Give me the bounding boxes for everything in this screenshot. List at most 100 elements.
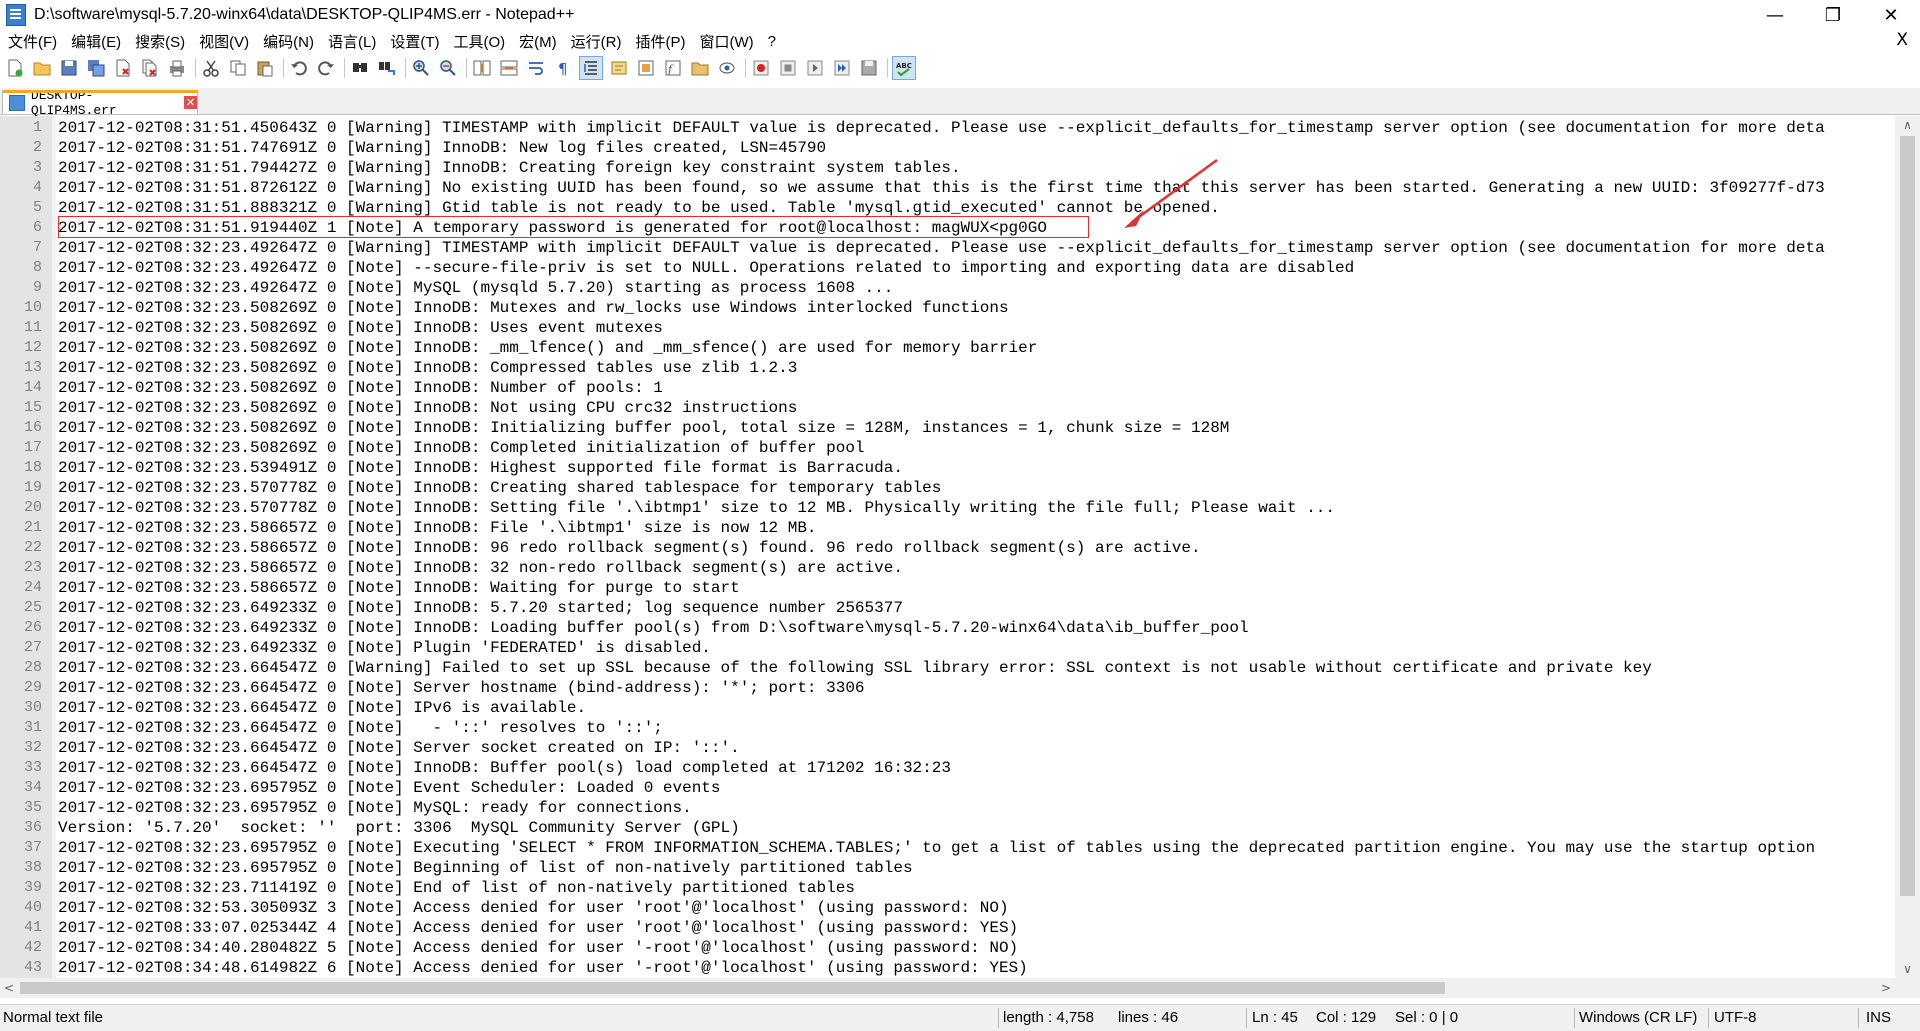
status-insert-mode[interactable]: INS [1866, 1005, 1891, 1031]
line-text[interactable]: 2017-12-02T08:32:23.649233Z 0 [Note] Plu… [58, 638, 711, 658]
line-text[interactable]: 2017-12-02T08:31:51.450643Z 0 [Warning] … [58, 118, 1825, 138]
menu-run[interactable]: 运行(R) [563, 31, 628, 52]
line-text[interactable]: 2017-12-02T08:32:23.492647Z 0 [Note] MyS… [58, 278, 893, 298]
editor-line[interactable]: 3 2017-12-02T08:31:51.794427Z 0 [Warning]… [0, 158, 1895, 178]
line-text[interactable]: 2017-12-02T08:32:23.508269Z 0 [Note] Inn… [58, 398, 797, 418]
paste-icon[interactable] [254, 57, 276, 79]
editor-line[interactable]: 27 2017-12-02T08:32:23.649233Z 0 [Note] P… [0, 638, 1895, 658]
editor-line[interactable]: 40 2017-12-02T08:32:53.305093Z 3 [Note] A… [0, 898, 1895, 918]
line-text[interactable]: 2017-12-02T08:32:53.305093Z 3 [Note] Acc… [58, 898, 1009, 918]
editor-line[interactable]: 12 2017-12-02T08:32:23.508269Z 0 [Note] I… [0, 338, 1895, 358]
open-file-icon[interactable] [31, 57, 53, 79]
close-window-button[interactable]: ✕ [1862, 0, 1920, 30]
editor-line[interactable]: 21 2017-12-02T08:32:23.586657Z 0 [Note] I… [0, 518, 1895, 538]
line-text[interactable]: 2017-12-02T08:32:23.570778Z 0 [Note] Inn… [58, 498, 1335, 518]
editor-line[interactable]: 26 2017-12-02T08:32:23.649233Z 0 [Note] I… [0, 618, 1895, 638]
minimize-button[interactable]: — [1746, 0, 1804, 30]
line-text[interactable]: 2017-12-02T08:32:23.508269Z 0 [Note] Inn… [58, 298, 1009, 318]
line-text[interactable]: 2017-12-02T08:32:23.586657Z 0 [Note] Inn… [58, 538, 1201, 558]
editor-line[interactable]: 11 2017-12-02T08:32:23.508269Z 0 [Note] I… [0, 318, 1895, 338]
editor-line[interactable]: 42 2017-12-02T08:34:40.280482Z 5 [Note] A… [0, 938, 1895, 958]
editor-line[interactable]: 35 2017-12-02T08:32:23.695795Z 0 [Note] M… [0, 798, 1895, 818]
horizontal-scrollbar[interactable]: < > [0, 978, 1895, 998]
restore-button[interactable]: ❐ [1804, 0, 1862, 30]
line-text[interactable]: 2017-12-02T08:32:23.664547Z 0 [Warning] … [58, 658, 1652, 678]
editor-line[interactable]: 9 2017-12-02T08:32:23.492647Z 0 [Note] My… [0, 278, 1895, 298]
sync-horizontal-icon[interactable] [498, 57, 520, 79]
zoom-out-icon[interactable] [437, 57, 459, 79]
line-text[interactable]: 2017-12-02T08:32:23.508269Z 0 [Note] Inn… [58, 438, 865, 458]
editor-line[interactable]: 15 2017-12-02T08:32:23.508269Z 0 [Note] I… [0, 398, 1895, 418]
stop-macro-icon[interactable] [777, 57, 799, 79]
line-text[interactable]: 2017-12-02T08:34:40.280482Z 5 [Note] Acc… [58, 938, 1018, 958]
editor-line[interactable]: 17 2017-12-02T08:32:23.508269Z 0 [Note] I… [0, 438, 1895, 458]
line-text[interactable]: 2017-12-02T08:32:23.695795Z 0 [Note] MyS… [58, 798, 692, 818]
menu-edit[interactable]: 编辑(E) [63, 31, 127, 52]
record-macro-icon[interactable] [750, 57, 772, 79]
editor-line[interactable]: 25 2017-12-02T08:32:23.649233Z 0 [Note] I… [0, 598, 1895, 618]
status-eol[interactable]: Windows (CR LF) [1579, 1005, 1697, 1031]
line-text[interactable]: 2017-12-02T08:32:23.695795Z 0 [Note] Beg… [58, 858, 913, 878]
menu-file[interactable]: 文件(F) [0, 31, 63, 52]
save-macro-icon[interactable] [858, 57, 880, 79]
user-lang-icon[interactable] [608, 57, 630, 79]
menu-macro[interactable]: 宏(M) [511, 31, 563, 52]
line-text[interactable]: 2017-12-02T08:32:23.664547Z 0 [Note] Ser… [58, 678, 865, 698]
editor-line[interactable]: 24 2017-12-02T08:32:23.586657Z 0 [Note] I… [0, 578, 1895, 598]
line-text[interactable]: 2017-12-02T08:32:23.711419Z 0 [Note] End… [58, 878, 855, 898]
editor-line[interactable]: 13 2017-12-02T08:32:23.508269Z 0 [Note] I… [0, 358, 1895, 378]
zoom-in-icon[interactable] [410, 57, 432, 79]
editor-line[interactable]: 7 2017-12-02T08:32:23.492647Z 0 [Warning]… [0, 238, 1895, 258]
print-icon[interactable] [166, 57, 188, 79]
scroll-right-arrow[interactable]: > [1877, 978, 1895, 998]
line-text[interactable]: 2017-12-02T08:32:23.492647Z 0 [Warning] … [58, 238, 1825, 258]
editor-line[interactable]: 31 2017-12-02T08:32:23.664547Z 0 [Note] -… [0, 718, 1895, 738]
close-all-icon[interactable] [139, 57, 161, 79]
line-text[interactable]: 2017-12-02T08:32:23.586657Z 0 [Note] Inn… [58, 518, 817, 538]
menu-window[interactable]: 窗口(W) [691, 31, 759, 52]
scroll-left-arrow[interactable]: < [0, 978, 18, 998]
line-text[interactable]: 2017-12-02T08:32:23.586657Z 0 [Note] Inn… [58, 578, 740, 598]
menu-encoding[interactable]: 编码(N) [255, 31, 320, 52]
menu-view[interactable]: 视图(V) [191, 31, 255, 52]
editor-line[interactable]: 8 2017-12-02T08:32:23.492647Z 0 [Note] --… [0, 258, 1895, 278]
word-wrap-icon[interactable] [525, 57, 547, 79]
editor-line[interactable]: 2 2017-12-02T08:31:51.747691Z 0 [Warning]… [0, 138, 1895, 158]
line-text[interactable]: 2017-12-02T08:32:23.570778Z 0 [Note] Inn… [58, 478, 941, 498]
line-text[interactable]: 2017-12-02T08:32:23.539491Z 0 [Note] Inn… [58, 458, 903, 478]
status-encoding[interactable]: UTF-8 [1714, 1005, 1757, 1031]
editor-line[interactable]: 10 2017-12-02T08:32:23.508269Z 0 [Note] I… [0, 298, 1895, 318]
editor-line[interactable]: 43 2017-12-02T08:34:48.614982Z 6 [Note] A… [0, 958, 1895, 978]
cut-icon[interactable] [200, 57, 222, 79]
line-text[interactable]: 2017-12-02T08:31:51.888321Z 0 [Warning] … [58, 198, 1220, 218]
run-macro-multiple-icon[interactable] [831, 57, 853, 79]
editor-line[interactable]: 5 2017-12-02T08:31:51.888321Z 0 [Warning]… [0, 198, 1895, 218]
editor-line[interactable]: 20 2017-12-02T08:32:23.570778Z 0 [Note] I… [0, 498, 1895, 518]
editor-line[interactable]: 28 2017-12-02T08:32:23.664547Z 0 [Warning… [0, 658, 1895, 678]
editor-line[interactable]: 34 2017-12-02T08:32:23.695795Z 0 [Note] E… [0, 778, 1895, 798]
editor-line[interactable]: 23 2017-12-02T08:32:23.586657Z 0 [Note] I… [0, 558, 1895, 578]
menu-settings[interactable]: 设置(T) [382, 31, 445, 52]
line-text[interactable]: 2017-12-02T08:33:07.025344Z 4 [Note] Acc… [58, 918, 1018, 938]
show-all-chars-icon[interactable]: ¶ [552, 57, 574, 79]
monitoring-icon[interactable] [716, 57, 738, 79]
line-text[interactable]: 2017-12-02T08:32:23.508269Z 0 [Note] Inn… [58, 318, 663, 338]
menu-plugins[interactable]: 插件(P) [627, 31, 691, 52]
sync-vertical-icon[interactable] [471, 57, 493, 79]
line-text[interactable]: 2017-12-02T08:32:23.695795Z 0 [Note] Exe… [58, 838, 1815, 858]
tab-close-icon[interactable]: ✕ [184, 96, 197, 109]
editor-line[interactable]: 32 2017-12-02T08:32:23.664547Z 0 [Note] S… [0, 738, 1895, 758]
menu-tools[interactable]: 工具(O) [445, 31, 511, 52]
horizontal-scroll-thumb[interactable] [20, 982, 1445, 994]
line-text[interactable]: 2017-12-02T08:32:23.508269Z 0 [Note] Inn… [58, 358, 797, 378]
menu-language[interactable]: 语言(L) [320, 31, 382, 52]
editor-line[interactable]: 18 2017-12-02T08:32:23.539491Z 0 [Note] I… [0, 458, 1895, 478]
close-icon[interactable] [112, 57, 134, 79]
line-text[interactable]: 2017-12-02T08:32:23.586657Z 0 [Note] Inn… [58, 558, 903, 578]
scroll-down-arrow[interactable]: ∨ [1895, 960, 1920, 978]
editor-line[interactable]: 41 2017-12-02T08:33:07.025344Z 4 [Note] A… [0, 918, 1895, 938]
line-text[interactable]: Version: '5.7.20' socket: '' port: 3306 … [58, 818, 740, 838]
find-icon[interactable] [349, 57, 371, 79]
line-text[interactable]: 2017-12-02T08:31:51.794427Z 0 [Warning] … [58, 158, 961, 178]
editor-line[interactable]: 4 2017-12-02T08:31:51.872612Z 0 [Warning]… [0, 178, 1895, 198]
